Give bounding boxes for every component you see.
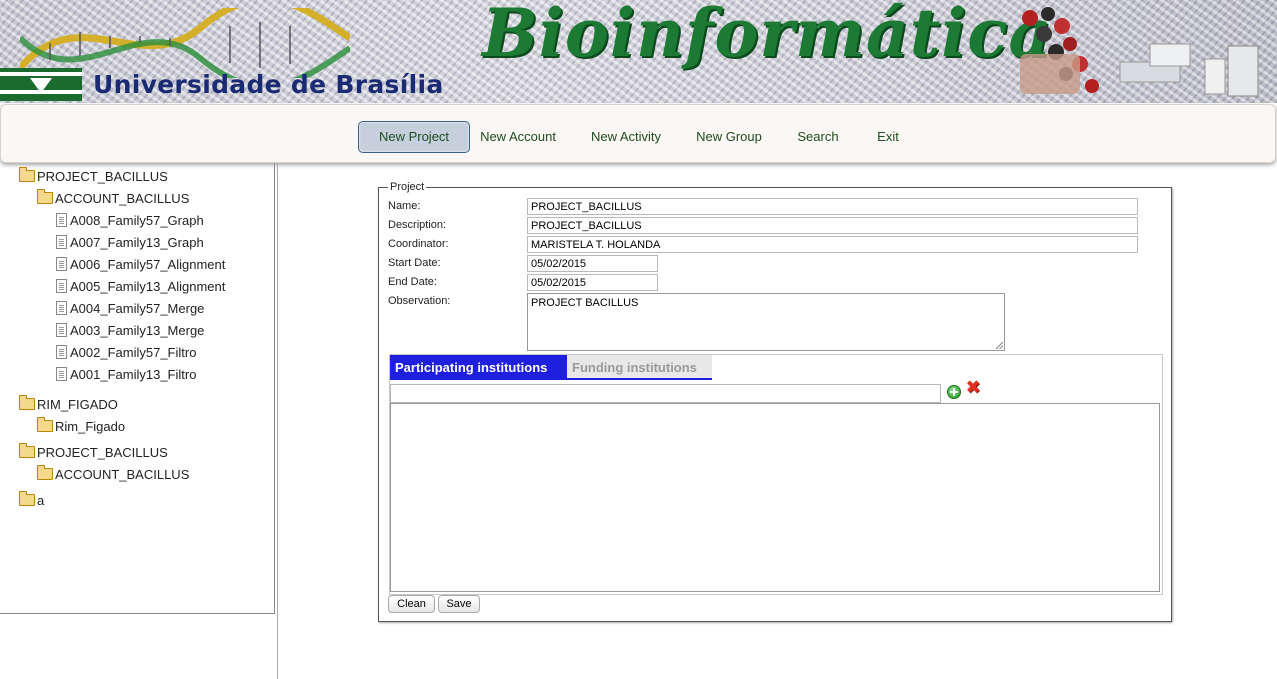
folder-icon <box>37 465 53 480</box>
folder-icon <box>37 417 53 432</box>
document-icon <box>56 279 67 293</box>
name-label: Name: <box>388 200 421 212</box>
delete-icon[interactable]: ✖ <box>965 379 981 397</box>
description-label: Description: <box>388 219 447 231</box>
tab-participating-institutions[interactable]: Participating institutions <box>390 355 567 380</box>
site-title: Bioinformática <box>482 0 1053 72</box>
folder-icon <box>19 491 35 506</box>
panel-divider <box>277 163 278 679</box>
tree-item-activity[interactable]: A004_Family57_Merge <box>56 300 204 318</box>
tree-item-label: RIM_FIGADO <box>37 397 118 412</box>
nav-new-activity[interactable]: New Activity <box>585 122 667 152</box>
tree-item-project[interactable]: PROJECT_BACILLUS <box>19 167 168 186</box>
tree-item-project[interactable]: PROJECT_BACILLUS <box>19 443 168 462</box>
description-field[interactable]: PROJECT_BACILLUS <box>527 217 1138 234</box>
folder-icon <box>19 395 35 410</box>
tree-item-label: ACCOUNT_BACILLUS <box>55 191 190 206</box>
nav-exit[interactable]: Exit <box>869 122 907 152</box>
molecule-lab-graphic <box>1020 7 1259 97</box>
tree-item-label: A002_Family57_Filtro <box>70 345 197 360</box>
nav-new-group[interactable]: New Group <box>691 122 767 152</box>
tree-item-label: ACCOUNT_BACILLUS <box>55 467 190 482</box>
folder-icon <box>19 167 35 182</box>
end-date-field[interactable]: 05/02/2015 <box>527 274 658 291</box>
tree-item-label: A003_Family13_Merge <box>70 323 205 338</box>
add-icon[interactable] <box>947 385 961 399</box>
tree-item-label: A005_Family13_Alignment <box>70 279 226 294</box>
unb-logo <box>0 68 82 101</box>
university-name: Universidade de Brasília <box>93 70 444 99</box>
tree-item-account[interactable]: Rim_Figado <box>37 417 126 436</box>
tree-item-label: A008_Family57_Graph <box>70 213 204 228</box>
tree-item-label: PROJECT_BACILLUS <box>37 169 168 184</box>
tree-item-project[interactable]: RIM_FIGADO <box>19 395 118 414</box>
document-icon <box>56 301 67 315</box>
tree-item-label: A004_Family57_Merge <box>70 301 205 316</box>
tree-item-activity[interactable]: A001_Family13_Filtro <box>56 366 196 384</box>
tree-item-project[interactable]: a <box>19 491 45 510</box>
coordinator-field[interactable]: MARISTELA T. HOLANDA <box>527 236 1138 253</box>
nav-new-account[interactable]: New Account <box>475 122 561 152</box>
institutions-list[interactable] <box>390 403 1160 592</box>
tree-item-label: PROJECT_BACILLUS <box>37 445 168 460</box>
document-icon <box>56 213 67 227</box>
document-icon <box>56 257 67 271</box>
tree-item-label: a <box>37 493 45 508</box>
folder-icon <box>37 189 53 204</box>
start-date-label: Start Date: <box>388 257 441 269</box>
observation-text: PROJECT BACILLUS <box>531 297 639 309</box>
document-icon <box>56 235 67 249</box>
tree-item-label: A001_Family13_Filtro <box>70 367 197 382</box>
save-button[interactable]: Save <box>438 595 480 613</box>
document-icon <box>56 345 67 359</box>
end-date-label: End Date: <box>388 276 437 288</box>
tree-item-account[interactable]: ACCOUNT_BACILLUS <box>37 465 190 484</box>
tree-item-activity[interactable]: A008_Family57_Graph <box>56 212 204 230</box>
nav-new-project[interactable]: New Project <box>358 121 470 153</box>
start-date-field[interactable]: 05/02/2015 <box>527 255 658 272</box>
header-banner: Universidade de Brasília Bioinformática <box>0 0 1277 103</box>
observation-textarea[interactable]: PROJECT BACILLUS <box>527 293 1005 351</box>
nav-search[interactable]: Search <box>791 122 845 152</box>
document-icon <box>56 323 67 337</box>
name-field[interactable]: PROJECT_BACILLUS <box>527 198 1138 215</box>
tree-item-activity[interactable]: A002_Family57_Filtro <box>56 344 196 362</box>
tree-item-activity[interactable]: A005_Family13_Alignment <box>56 278 225 296</box>
tab-funding-institutions[interactable]: Funding institutions <box>567 355 712 380</box>
document-icon <box>56 367 67 381</box>
tree-item-activity[interactable]: A003_Family13_Merge <box>56 322 204 340</box>
tree-item-account[interactable]: ACCOUNT_BACILLUS <box>37 189 190 208</box>
clean-button[interactable]: Clean <box>388 595 435 613</box>
resize-handle-icon[interactable] <box>996 342 1003 349</box>
main-navbar: New Project New Account New Activity New… <box>0 104 1276 163</box>
tree-item-label: A007_Family13_Graph <box>70 235 204 250</box>
tree-item-label: Rim_Figado <box>55 419 126 434</box>
tree-item-label: A006_Family57_Alignment <box>70 257 226 272</box>
tree-item-activity[interactable]: A006_Family57_Alignment <box>56 256 225 274</box>
fieldset-legend: Project <box>388 181 427 193</box>
observation-label: Observation: <box>388 295 451 307</box>
folder-icon <box>19 443 35 458</box>
coordinator-label: Coordinator: <box>388 238 449 250</box>
tree-item-activity[interactable]: A007_Family13_Graph <box>56 234 204 252</box>
project-tree-panel <box>0 163 275 614</box>
institution-input[interactable] <box>390 384 941 403</box>
